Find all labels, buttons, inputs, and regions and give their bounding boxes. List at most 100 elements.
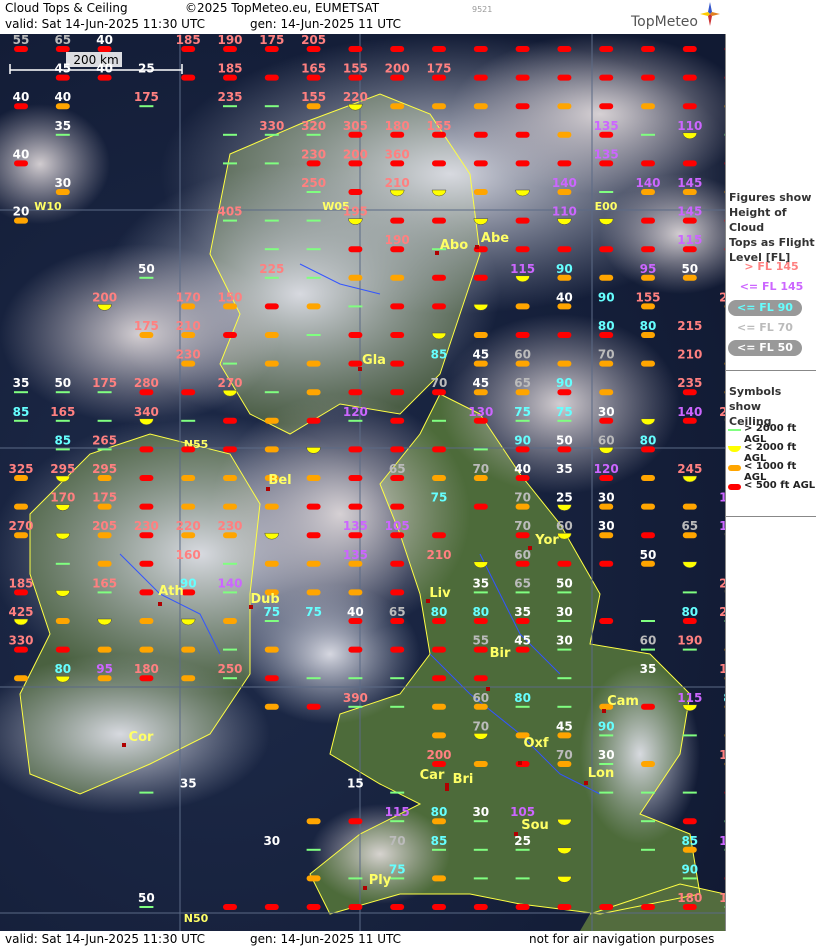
ceiling-symbol: [557, 103, 572, 110]
ceiling-symbol: [473, 74, 488, 81]
city-label: Abo: [440, 238, 468, 253]
cloud-top-value: 195: [343, 205, 368, 219]
ceiling-symbol: [348, 446, 363, 453]
city-label: Cor: [129, 730, 154, 745]
cloud-top-value: 155: [635, 290, 660, 304]
city-marker: [363, 886, 367, 890]
city-label: Oxf: [523, 736, 548, 751]
cloud-top-value: 210: [426, 548, 451, 562]
ceiling-symbol: [473, 503, 488, 510]
ceiling-symbol: [515, 160, 530, 167]
city-marker: [602, 709, 606, 713]
cloud-top-value: 45: [472, 348, 489, 362]
ceiling-symbol: [14, 503, 28, 510]
cloud-top-value: 65: [681, 519, 698, 533]
city-label: Cam: [607, 694, 639, 709]
ceiling-symbol: [515, 246, 530, 253]
cloud-top-value: 170: [50, 491, 75, 505]
cloud-top-value: 95: [640, 262, 657, 276]
satellite-map[interactable]: 200 km W10 W05 E00 N55 N50 55 65 40 185 190 175 20…: [0, 34, 725, 931]
cloud-top-value: 70: [514, 519, 531, 533]
cloud-top-value: 75: [305, 605, 322, 619]
ceiling-symbol: [557, 131, 572, 138]
cloud-top-value: 70: [556, 748, 573, 762]
ceiling-symbol: [557, 560, 572, 567]
ceiling-symbol: [390, 389, 405, 396]
cloud-top-value: 140: [552, 176, 577, 190]
ceiling-symbol: [306, 532, 321, 539]
ceiling-symbol: [432, 303, 446, 310]
cloud-top-value: 170: [176, 290, 201, 304]
cloud-top-value: 30: [598, 405, 615, 419]
cloud-top-value: 80: [472, 605, 489, 619]
red-bar-icon: [728, 484, 741, 490]
ceiling-symbol: [432, 103, 446, 110]
cloud-top-value: 140: [635, 176, 660, 190]
cloud-top-value: 105: [385, 519, 410, 533]
ceiling-symbol: [599, 46, 614, 52]
ceiling-symbol: [139, 560, 154, 567]
ceiling-symbol: [432, 274, 446, 281]
ceiling-symbol: [473, 131, 488, 138]
cloud-top-value: 75: [389, 862, 406, 876]
ceiling-symbol: [264, 675, 279, 682]
ceiling-symbol: [515, 74, 530, 81]
cloud-top-value: 145: [677, 205, 702, 219]
cloud-top-value: 40: [347, 605, 364, 619]
city-label: Lon: [588, 766, 614, 781]
city-marker: [518, 761, 522, 765]
cloud-top-value: 305: [343, 119, 368, 133]
cloud-top-value: 390: [343, 691, 368, 705]
legend-ceiling-label: < 500 ft AGL: [744, 480, 816, 491]
cloud-top-value: 40: [96, 34, 113, 47]
ceiling-symbol: [55, 646, 70, 653]
cloud-top-value: 205: [301, 34, 326, 47]
cloud-top-value: 280: [134, 376, 159, 390]
cloud-top-value: 35: [556, 462, 573, 476]
cloud-top-value: 70: [472, 462, 489, 476]
ceiling-symbol: [181, 74, 196, 81]
cloud-top-value: 85: [54, 433, 71, 447]
ceiling-symbol: [390, 503, 405, 510]
ceiling-symbol: [348, 589, 363, 596]
ceiling-symbol: [641, 46, 655, 52]
ceiling-symbol: [557, 46, 572, 52]
ceiling-symbol: [181, 675, 196, 682]
ceiling-symbol: [264, 446, 279, 453]
cloud-top-value: 295: [92, 462, 117, 476]
cloud-top-value: 250: [301, 176, 326, 190]
cloud-top-value: 70: [472, 719, 489, 733]
cloud-top-value: 150: [217, 290, 242, 304]
topmeteo-logo-text: TopMeteo: [631, 14, 698, 30]
cloud-top-value: 175: [259, 34, 284, 47]
ceiling-symbol: [223, 475, 237, 481]
ceiling-symbol: [306, 560, 321, 567]
ceiling-symbol: [641, 360, 655, 367]
cloud-top-value: 65: [389, 605, 406, 619]
cloud-top-value: 160: [176, 548, 201, 562]
ceiling-symbol: [682, 160, 697, 167]
city-marker: [445, 783, 449, 787]
ceiling-symbol: [139, 618, 154, 624]
ceiling-symbol: [181, 646, 196, 653]
ceiling-symbol: [599, 246, 614, 253]
cloud-top-value: 190: [385, 233, 410, 247]
ceiling-symbol: [264, 417, 279, 424]
city-marker: [122, 743, 126, 747]
cloud-top-value: 50: [138, 262, 155, 276]
ceiling-symbol: [139, 646, 154, 653]
ceiling-symbol: [223, 618, 237, 624]
cloud-top-value: 200: [426, 748, 451, 762]
ceiling-symbol: [473, 46, 488, 52]
cloud-top-value: 175: [92, 376, 117, 390]
cloud-top-value: 135: [594, 147, 619, 161]
ceiling-symbol: [682, 503, 697, 510]
city-label: Dub: [250, 592, 279, 607]
valid-time: valid: Sat 14-Jun-2025 11:30 UTC: [5, 17, 205, 31]
grid-label: W10: [34, 200, 62, 213]
ceiling-symbol: [390, 417, 405, 424]
ceiling-symbol: [306, 875, 321, 882]
ceiling-symbol: [348, 274, 363, 281]
ceiling-symbol: [306, 303, 321, 310]
cloud-top-value: 50: [556, 576, 573, 590]
